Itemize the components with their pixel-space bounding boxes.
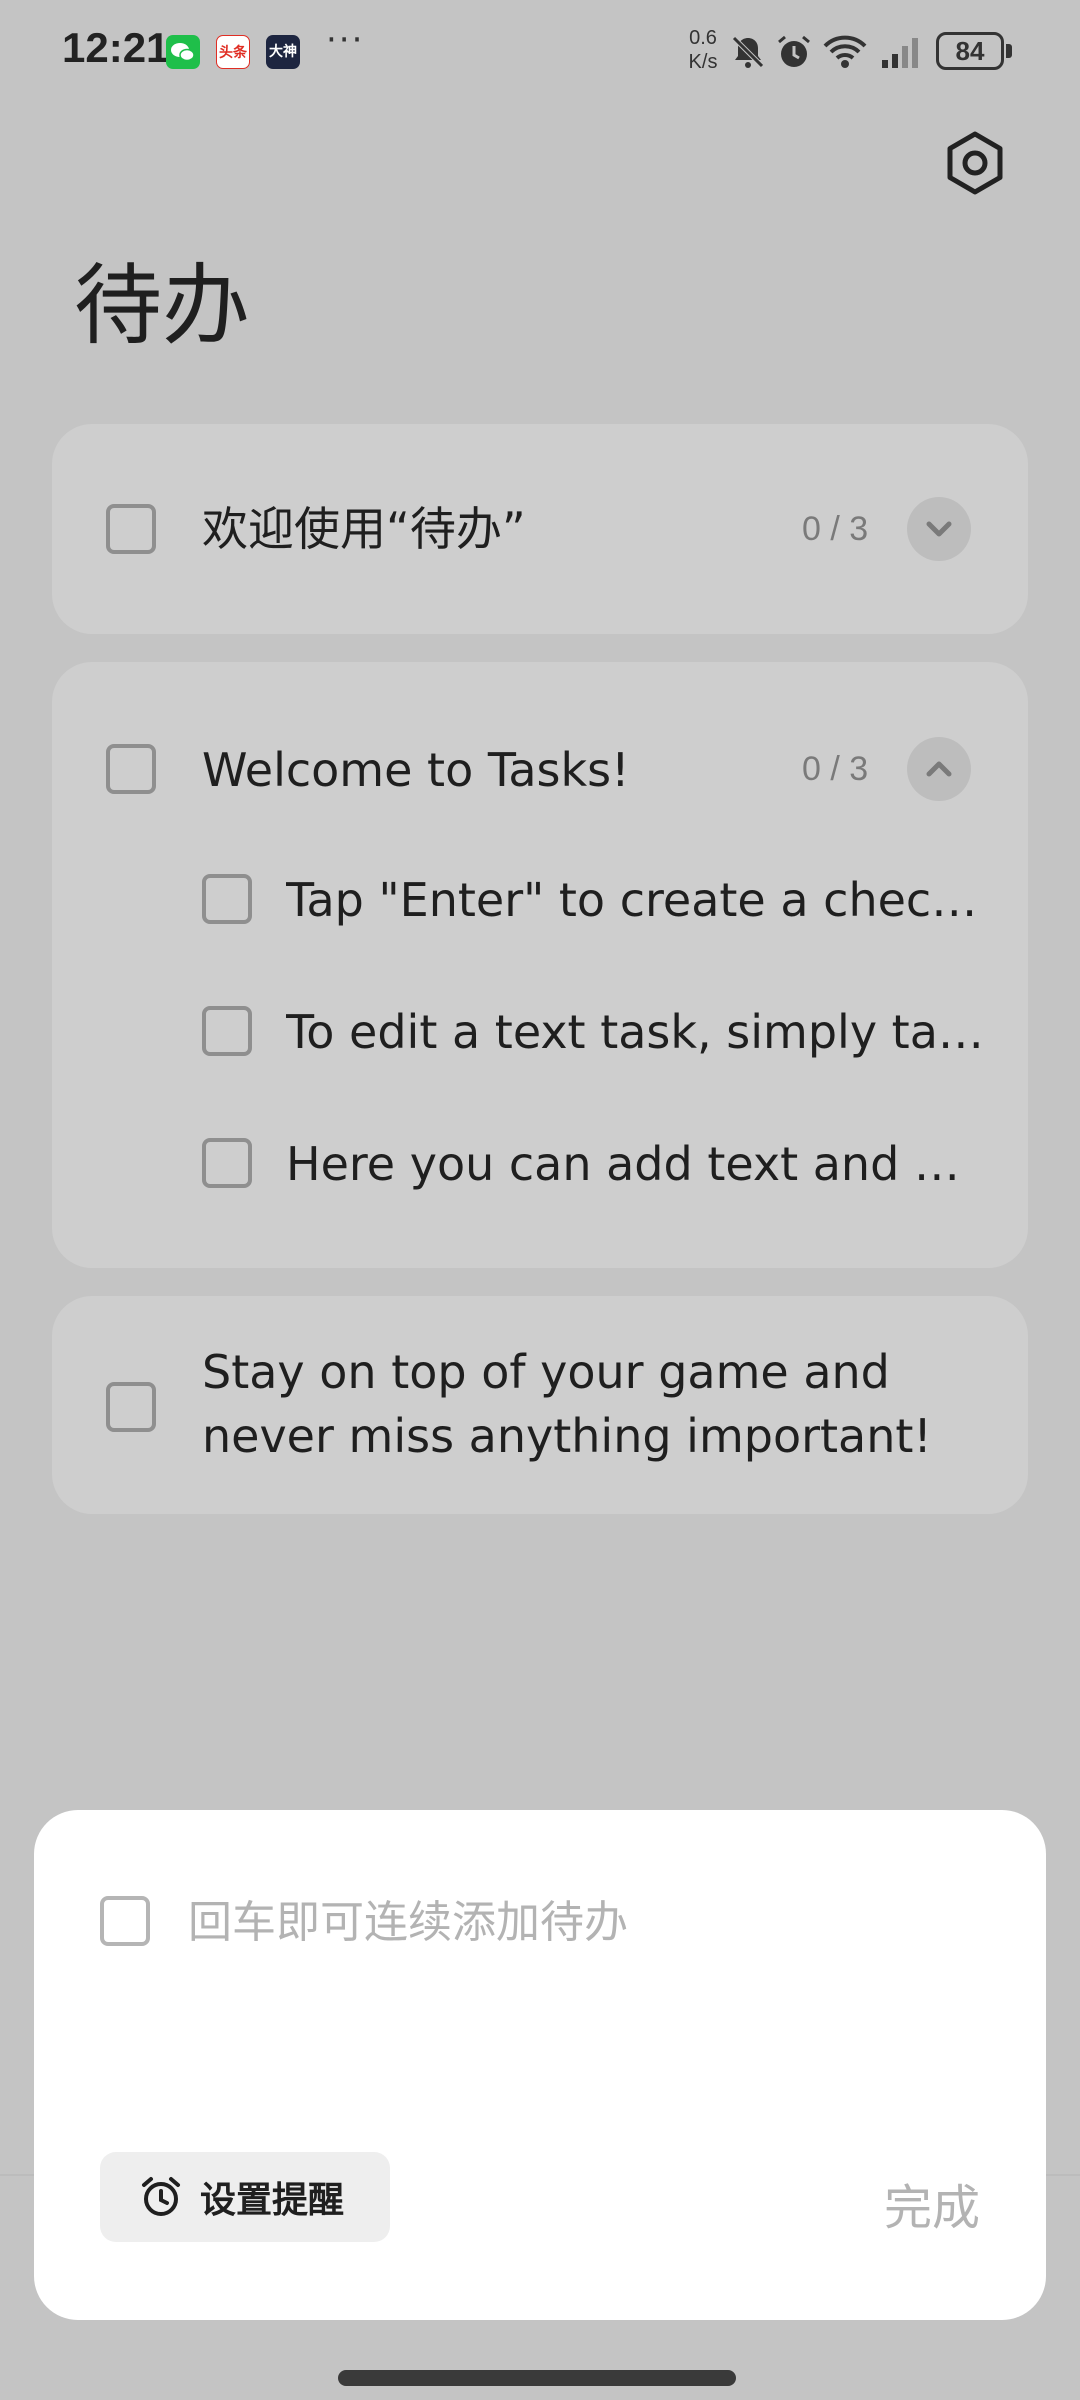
- set-reminder-label: 设置提醒: [200, 2180, 345, 2221]
- group-progress-count: 0 / 3: [802, 510, 869, 548]
- bell-muted-icon: [732, 36, 764, 68]
- alarm-clock-icon: [142, 2177, 180, 2216]
- status-bar: 12:21 头条 大神 ··· 0.6 K/s 84: [0, 0, 1080, 100]
- group-title: 欢迎使用“待办”: [202, 502, 526, 556]
- group-title: Welcome to Tasks!: [202, 743, 630, 797]
- wechat-icon: [166, 35, 200, 69]
- task-checkbox[interactable]: [106, 1382, 156, 1432]
- chevron-down-icon: [926, 521, 952, 537]
- collapse-group-button[interactable]: [907, 737, 971, 801]
- subtask-text: Tap "Enter" to create a checklist: [286, 873, 986, 927]
- more-notifications-icon: ···: [326, 20, 365, 60]
- alarm-icon: [778, 35, 810, 67]
- subtask-text: Here you can add text and voice tasks: [286, 1137, 986, 1191]
- expand-group-button[interactable]: [907, 497, 971, 561]
- new-task-checkbox[interactable]: [100, 1896, 150, 1946]
- toutiao-icon: 头条: [216, 35, 250, 69]
- group-progress-count: 0 / 3: [802, 750, 869, 788]
- settings-button[interactable]: [940, 128, 1010, 198]
- status-time: 12:21: [62, 24, 170, 71]
- new-task-input[interactable]: [188, 1882, 988, 1962]
- subtask-checkbox[interactable]: [202, 1138, 252, 1188]
- subtask-text: To edit a text task, simply tap it: [286, 1005, 986, 1059]
- new-task-sheet: 设置提醒 完成: [34, 1810, 1046, 2320]
- home-indicator[interactable]: [338, 2370, 736, 2386]
- set-reminder-button[interactable]: 设置提醒: [100, 2152, 390, 2242]
- task-text-line-1: Stay on top of your game and: [202, 1345, 890, 1399]
- task-group-card[interactable]: 欢迎使用“待办” 0 / 3: [52, 424, 1028, 634]
- done-button[interactable]: 完成: [884, 2168, 980, 2238]
- signal-icon: [882, 38, 918, 68]
- subtask-checkbox[interactable]: [202, 1006, 252, 1056]
- battery-tip: [1006, 44, 1012, 58]
- network-speed: 0.6 K/s: [688, 27, 718, 73]
- subtask-checkbox[interactable]: [202, 874, 252, 924]
- wifi-icon: [823, 35, 867, 68]
- task-card[interactable]: Stay on top of your game and never miss …: [52, 1296, 1028, 1514]
- task-text-line-2: never miss anything important!: [202, 1409, 932, 1463]
- gear-icon: [947, 131, 1003, 195]
- group-checkbox[interactable]: [106, 504, 156, 554]
- page-title: 待办: [74, 254, 251, 357]
- task-group-card[interactable]: Welcome to Tasks! 0 / 3 Tap "Enter" to c…: [52, 662, 1028, 1268]
- dashen-icon: 大神: [266, 35, 300, 69]
- battery-indicator: 84: [936, 32, 1004, 70]
- group-checkbox[interactable]: [106, 744, 156, 794]
- chevron-up-icon: [926, 761, 952, 777]
